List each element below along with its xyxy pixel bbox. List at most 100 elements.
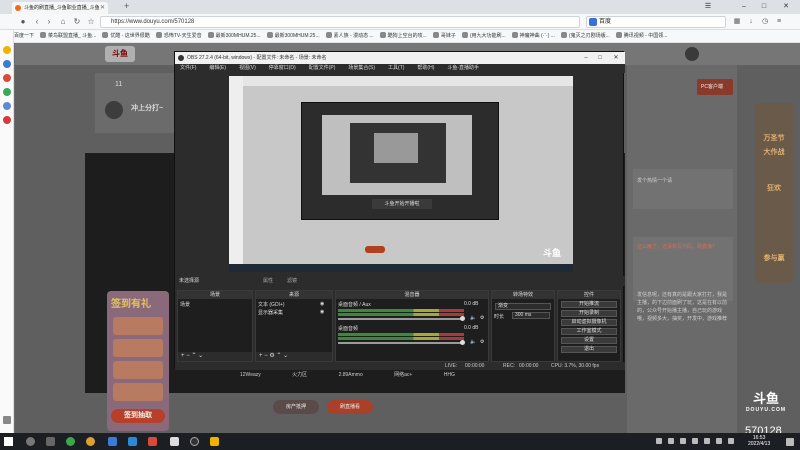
add-scene-button[interactable]: +	[181, 353, 185, 359]
visibility-eye-icon[interactable]: ◉	[320, 301, 324, 307]
chrome-icon[interactable]	[86, 437, 95, 446]
volume-slider[interactable]	[338, 318, 464, 320]
event-banner[interactable]: 万圣节 大作战 狂欢 参与赢	[755, 103, 793, 283]
volume-slider-handle[interactable]	[460, 340, 465, 345]
start-streaming-button[interactable]: 开始推流	[561, 301, 617, 308]
app-icon[interactable]	[170, 437, 179, 446]
source-item[interactable]: 显示器采集	[258, 309, 283, 316]
studio-mode-button[interactable]: 工作室模式	[561, 328, 617, 335]
downloads-icon[interactable]: ↓	[746, 17, 756, 27]
add-source-button[interactable]: +	[259, 353, 263, 359]
star-icon[interactable]: ☆	[86, 16, 96, 28]
search-icon[interactable]	[26, 437, 35, 446]
obs-menu-item[interactable]: 场景集合(S)	[348, 65, 375, 71]
secondary-pill-button[interactable]: 房产抵押	[273, 400, 319, 414]
duration-input[interactable]: 300 ms	[512, 312, 550, 319]
gear-icon[interactable]: ⚙	[480, 339, 484, 345]
volume-slider[interactable]	[338, 342, 464, 344]
obs-menu-item[interactable]: 停靠窗口(D)	[269, 65, 296, 71]
bookmark-item[interactable]: 哥妹子	[432, 30, 456, 42]
obs-window[interactable]: OBS 27.2.4 (64-bit, windows) - 配置文件: 未命名…	[174, 51, 625, 370]
transition-select[interactable]: 渐变	[495, 303, 551, 310]
notification-icon[interactable]	[786, 438, 794, 446]
favorites-icon[interactable]	[3, 46, 11, 54]
new-tab-button[interactable]: +	[124, 1, 129, 11]
tray-icon[interactable]	[716, 438, 722, 444]
speaker-icon[interactable]: 🔈	[470, 339, 476, 345]
source-item[interactable]: 文本 (GDI+)	[258, 301, 285, 308]
maximize-button[interactable]: □	[756, 0, 772, 14]
home-icon[interactable]: ⌂	[58, 16, 68, 28]
exit-button[interactable]: 退出	[561, 346, 617, 353]
obs-taskbar-icon[interactable]	[190, 437, 199, 446]
move-down-icon[interactable]: ⌄	[198, 353, 203, 359]
search-box[interactable]: 百度	[586, 16, 726, 28]
gear-icon[interactable]: ⚙	[480, 315, 484, 321]
checkin-promo[interactable]: 签到有礼 签到抽取	[107, 291, 169, 431]
close-window-button[interactable]: ✕	[778, 0, 794, 14]
bookmark-item[interactable]: 神魔神曲 (·ˉ·) ...	[511, 30, 555, 42]
user-icon[interactable]: ●	[18, 16, 28, 28]
bookmark-item[interactable]: 素人族 - 漫动态 ...	[325, 30, 374, 42]
obs-menu-item[interactable]: 帮助(H)	[417, 65, 434, 71]
menu-icon[interactable]: ≡	[774, 17, 784, 27]
bookmark-item[interactable]: 优酷 - 这世界很酷	[102, 30, 150, 42]
obs-minimize-button[interactable]: –	[579, 52, 593, 64]
forward-button[interactable]: ›	[44, 16, 54, 28]
volume-slider-handle[interactable]	[460, 316, 465, 321]
obs-menu-item[interactable]: 斗鱼-直播助手	[447, 65, 479, 71]
start-recording-button[interactable]: 开始录制	[561, 310, 617, 317]
properties-button[interactable]: 属性	[263, 276, 273, 286]
sidebar-app-icon[interactable]	[3, 88, 11, 96]
promo-cta-button[interactable]: 签到抽取	[111, 409, 165, 423]
obs-menu-item[interactable]: 编辑(E)	[209, 65, 226, 71]
reload-button[interactable]: ↻	[72, 16, 82, 28]
close-tab-icon[interactable]: ✕	[100, 2, 105, 14]
task-view-icon[interactable]	[46, 437, 55, 446]
bookmark-item[interactable]: (用九大功能刷...	[461, 30, 506, 42]
clock[interactable]: 16:53 2022/4/13	[748, 435, 770, 447]
obs-preview[interactable]: 斗鱼开始开播啦 斗鱼	[229, 76, 573, 272]
bookmark-item[interactable]: 最新300MHUM.25...	[207, 30, 261, 42]
sidebar-app-icon[interactable]	[3, 60, 11, 68]
pc-client-button[interactable]: PC客户端	[697, 79, 733, 95]
bookmark-item[interactable]: 恐怖TV-天生爱音	[155, 30, 202, 42]
tray-icon[interactable]	[668, 438, 674, 444]
app-icon[interactable]	[128, 437, 137, 446]
skin-icon[interactable]: ☰	[700, 0, 716, 14]
tray-icon[interactable]	[680, 438, 686, 444]
bookmark-item[interactable]: (鬼灭之刃剧场版...	[560, 30, 610, 42]
history-icon[interactable]: ◷	[760, 17, 770, 27]
user-avatar[interactable]	[685, 47, 699, 61]
streamer-avatar[interactable]	[105, 101, 123, 119]
obs-menu-item[interactable]: 文件(F)	[180, 65, 196, 71]
bookmark-item[interactable]: 腾讯视频 - 中国领...	[615, 30, 667, 42]
obs-maximize-button[interactable]: □	[593, 52, 607, 64]
extensions-icon[interactable]: ▦	[732, 17, 742, 27]
settings-button[interactable]: 设置	[561, 337, 617, 344]
sidebar-add-icon[interactable]	[3, 416, 11, 424]
bookmark-item[interactable]: 最新300MHUM.25...	[266, 30, 320, 42]
address-bar[interactable]: https://www.douyu.com/570128	[100, 16, 580, 28]
primary-pill-button[interactable]: 刷直播看	[327, 400, 373, 414]
volume-tray-icon[interactable]	[728, 438, 734, 444]
obs-menu-item[interactable]: 视图(V)	[239, 65, 256, 71]
move-down-icon[interactable]: ⌄	[283, 353, 288, 359]
scene-item[interactable]: 场景	[180, 301, 190, 308]
obs-menu-item[interactable]: 工具(T)	[388, 65, 404, 71]
filters-button[interactable]: 滤镜	[287, 276, 297, 286]
virtual-camera-button[interactable]: 启动虚拟摄像机	[561, 319, 617, 326]
minimize-button[interactable]: –	[736, 0, 752, 14]
visibility-eye-icon[interactable]: ◉	[320, 309, 324, 315]
app-icon[interactable]	[66, 437, 75, 446]
speaker-icon[interactable]: 🔈	[470, 315, 476, 321]
bookmark-item[interactable]: 酷狗上空台的攻...	[379, 30, 427, 42]
tray-icon[interactable]	[656, 438, 662, 444]
obs-close-button[interactable]: ✕	[609, 52, 623, 64]
bookmark-item[interactable]: 菜鸟联盟直播_ 斗鱼...	[40, 30, 96, 42]
obs-menu-item[interactable]: 配置文件(P)	[309, 65, 336, 71]
back-button[interactable]: ‹	[32, 16, 42, 28]
file-explorer-icon[interactable]	[210, 437, 219, 446]
douyu-logo-small[interactable]: 斗鱼	[105, 46, 135, 62]
tray-icon[interactable]	[692, 438, 698, 444]
